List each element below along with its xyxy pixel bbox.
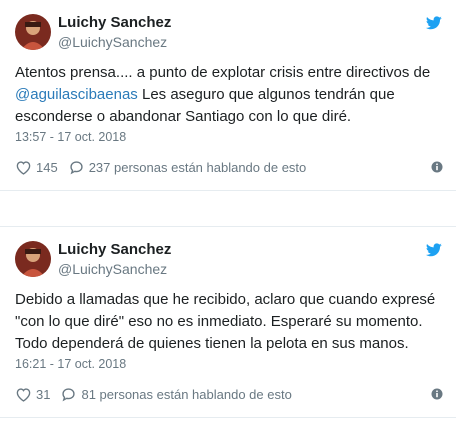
reply-bubble-icon[interactable] bbox=[60, 387, 77, 402]
author-name[interactable]: Luichy Sanchez bbox=[58, 241, 171, 258]
tweet-text: Atentos prensa.... a punto de explotar c… bbox=[15, 62, 443, 128]
reply-bubble-icon[interactable] bbox=[68, 160, 85, 175]
tweet-line: esconderse o abandonar Santiago con lo q… bbox=[15, 106, 443, 128]
tweet-card[interactable]: Luichy Sanchez @LuichySanchez Debido a l… bbox=[0, 226, 456, 418]
info-icon[interactable] bbox=[431, 161, 443, 173]
info-icon[interactable] bbox=[431, 388, 443, 400]
mention-link[interactable]: @aguilascibaenas bbox=[15, 86, 138, 103]
separator bbox=[0, 191, 456, 226]
line-text: Atentos prensa.... a punto de explotar c… bbox=[15, 64, 431, 81]
tweet-line: Todo dependerá de quienes tienen la pelo… bbox=[15, 333, 443, 355]
talking-count[interactable]: 237 personas están hablando de esto bbox=[89, 160, 307, 175]
heart-icon[interactable] bbox=[15, 387, 32, 402]
tweet-text: Debido a llamadas que he recibido, aclar… bbox=[15, 289, 443, 355]
tweet-card[interactable]: Luichy Sanchez @LuichySanchez Atentos pr… bbox=[0, 0, 456, 191]
talking-count[interactable]: 81 personas están hablando de esto bbox=[81, 387, 291, 402]
line-text: Todo dependerá de quienes tienen la pelo… bbox=[15, 335, 409, 352]
line-text: "con lo que diré" eso no es inmediato. E… bbox=[15, 313, 423, 330]
author-name[interactable]: Luichy Sanchez bbox=[58, 14, 171, 31]
like-count[interactable]: 145 bbox=[36, 160, 58, 175]
line-text: Les aseguro que algunos tendrán que bbox=[137, 86, 395, 103]
tweet-line: Atentos prensa.... a punto de explotar c… bbox=[15, 62, 443, 84]
timestamp[interactable]: 13:57 - 17 oct. 2018 bbox=[15, 130, 126, 144]
line-text: Debido a llamadas que he recibido, aclar… bbox=[15, 291, 436, 308]
tweet-actions: 31 81 personas están hablando de esto bbox=[15, 385, 292, 403]
author-handle[interactable]: @LuichySanchez bbox=[58, 261, 167, 277]
tweet-line: @aguilascibaenas Les aseguro que algunos… bbox=[15, 84, 443, 106]
tweet-line: "con lo que diré" eso no es inmediato. E… bbox=[15, 311, 443, 333]
tweet-line: Debido a llamadas que he recibido, aclar… bbox=[15, 289, 443, 311]
twitter-bird-icon[interactable] bbox=[426, 16, 442, 30]
author-handle[interactable]: @LuichySanchez bbox=[58, 34, 167, 50]
timestamp[interactable]: 16:21 - 17 oct. 2018 bbox=[15, 357, 126, 371]
tweet-actions: 145 237 personas están hablando de esto bbox=[15, 158, 306, 176]
avatar[interactable] bbox=[15, 241, 51, 277]
twitter-bird-icon[interactable] bbox=[426, 243, 442, 257]
line-text: esconderse o abandonar Santiago con lo q… bbox=[15, 108, 352, 125]
heart-icon[interactable] bbox=[15, 160, 32, 175]
avatar[interactable] bbox=[15, 14, 51, 50]
like-count[interactable]: 31 bbox=[36, 387, 50, 402]
